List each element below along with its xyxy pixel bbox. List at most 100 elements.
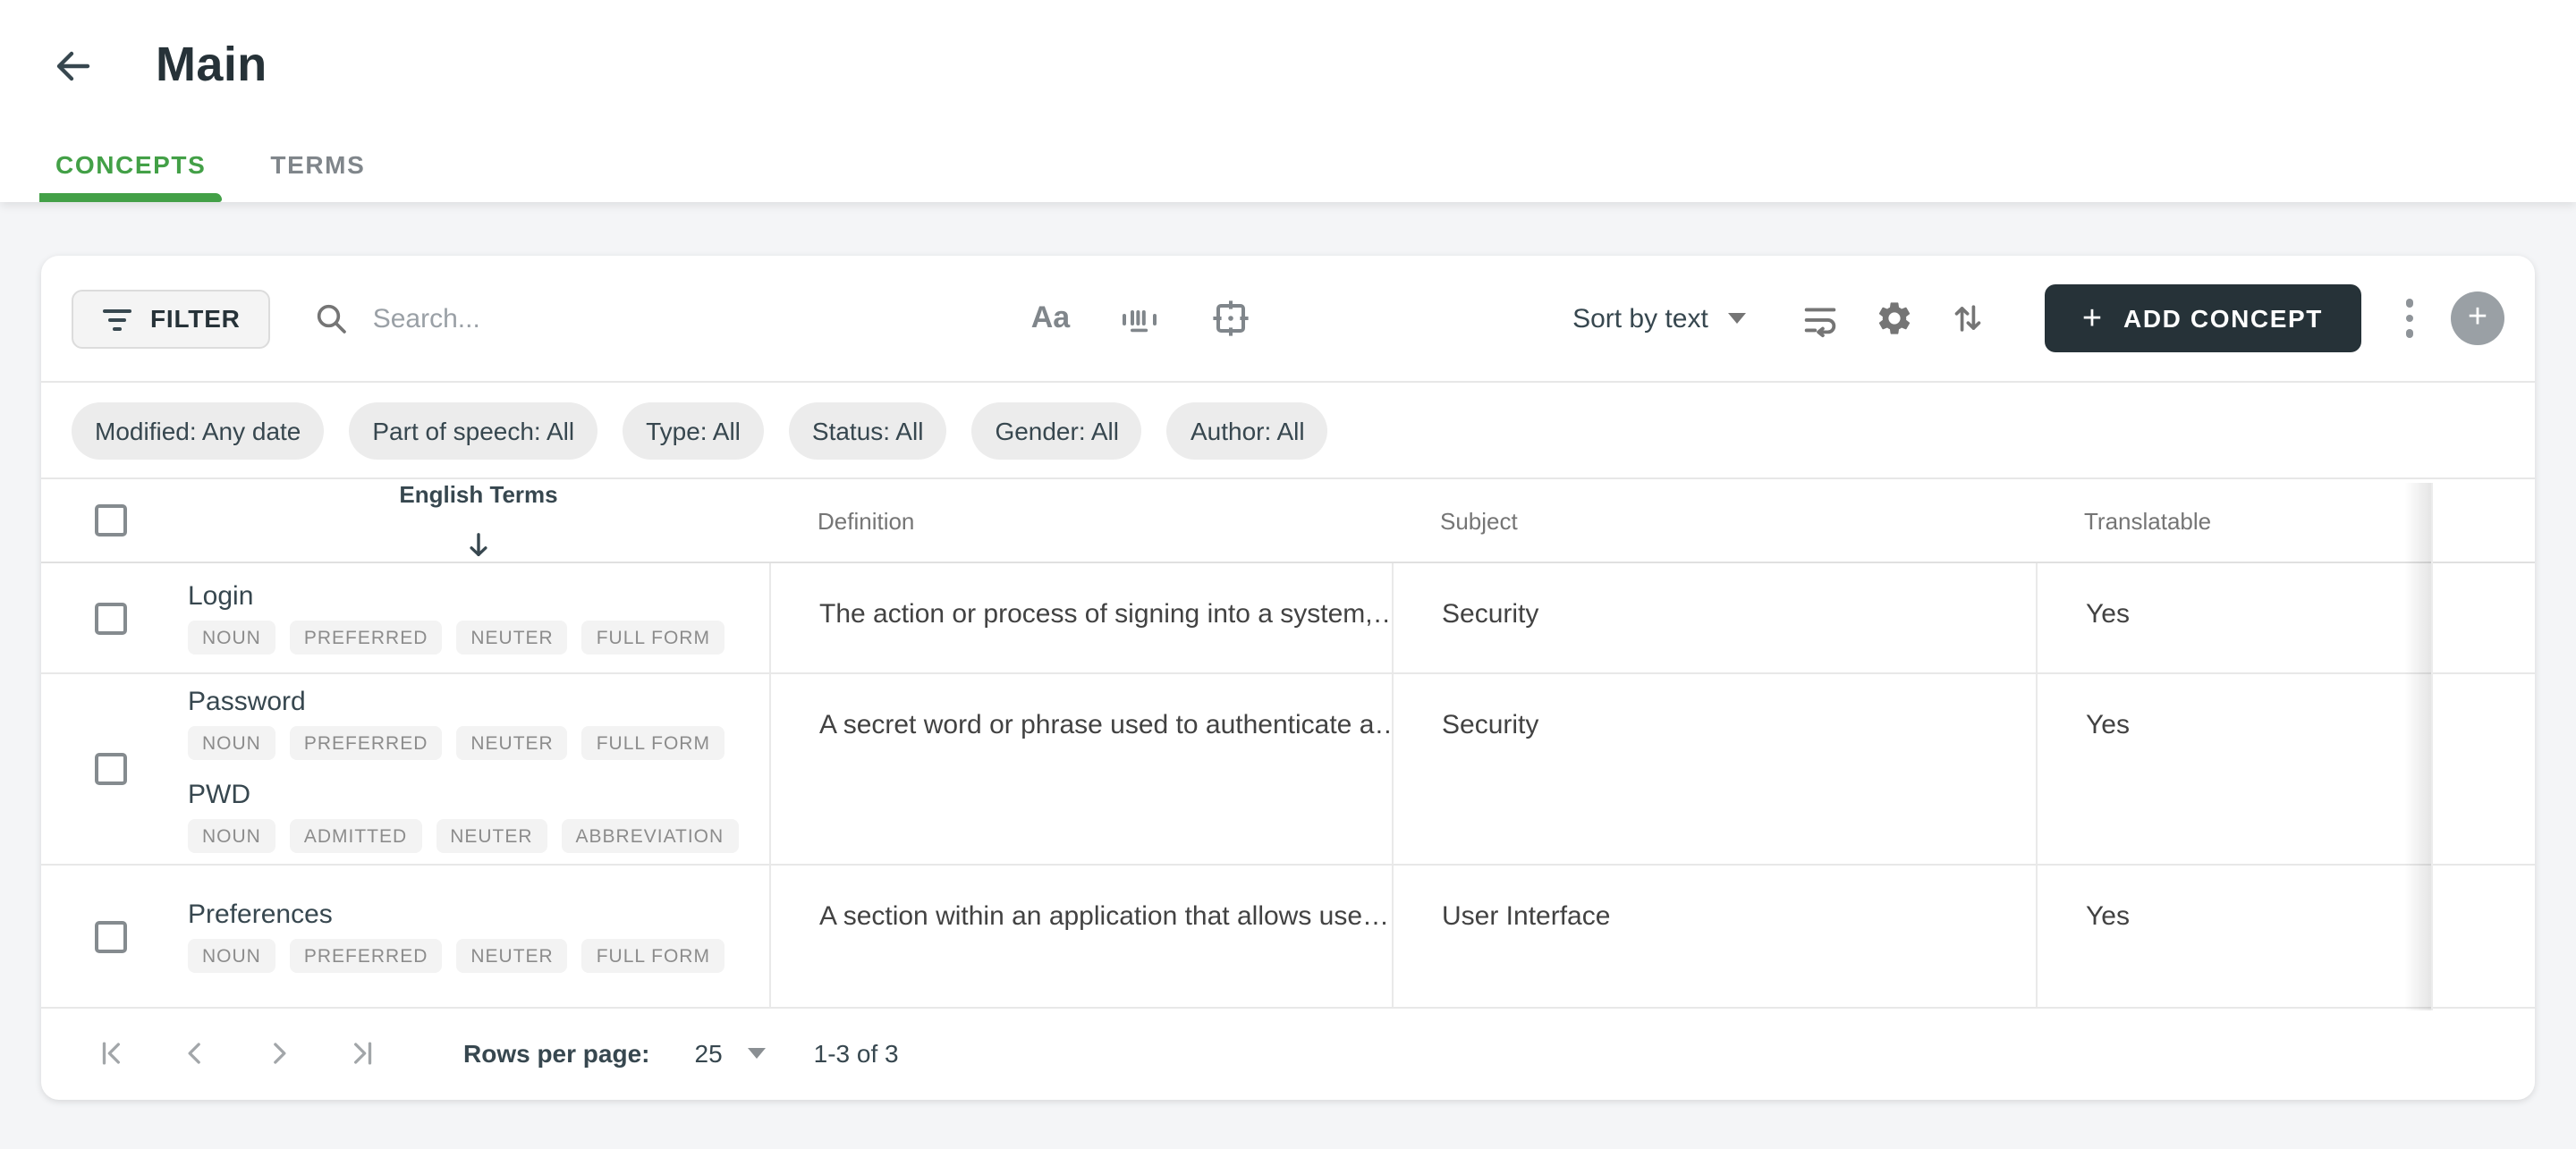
app-header: Main CONCEPTS TERMS	[0, 0, 2576, 202]
definition-cell: A section within an application that all…	[769, 866, 1392, 1007]
add-concept-label: ADD CONCEPT	[2123, 304, 2323, 333]
term-badges: NOUN PREFERRED NEUTER FULL FORM	[188, 725, 769, 759]
term-badges: NOUN PREFERRED NEUTER FULL FORM	[188, 621, 769, 655]
header-checkbox-cell	[41, 479, 188, 562]
table-row[interactable]: Password NOUN PREFERRED NEUTER FULL FORM…	[41, 674, 2535, 866]
barcode-icon[interactable]	[1118, 297, 1161, 340]
badge-gender: NEUTER	[456, 621, 568, 655]
search-input[interactable]	[372, 303, 820, 334]
column-header-terms[interactable]: English Terms	[188, 479, 769, 562]
add-circle-button[interactable]: +	[2451, 291, 2504, 345]
column-header-translatable[interactable]: Translatable	[2036, 479, 2433, 562]
next-page-icon[interactable]	[259, 1034, 299, 1073]
chip-type[interactable]: Type: All	[623, 401, 764, 459]
viewport: Main CONCEPTS TERMS FILTER Search... Aa …	[0, 0, 2576, 1149]
badge-status: PREFERRED	[289, 939, 443, 973]
tab-concepts[interactable]: CONCEPTS	[39, 150, 223, 202]
pagination-range: 1-3 of 3	[813, 1039, 899, 1068]
terms-cell: Password NOUN PREFERRED NEUTER FULL FORM…	[188, 674, 769, 864]
search-box	[314, 300, 913, 336]
badge-type: FULL FORM	[581, 725, 724, 759]
first-page-icon[interactable]	[91, 1034, 131, 1073]
chevron-down-icon[interactable]	[747, 1048, 766, 1059]
terms-cell: Login NOUN PREFERRED NEUTER FULL FORM	[188, 563, 769, 672]
term-block: PWD NOUN ADMITTED NEUTER ABBREVIATION	[188, 779, 769, 852]
sort-select[interactable]: Sort by text	[1572, 303, 1746, 334]
subject-cell: Security	[1392, 563, 2036, 672]
term-block: Password NOUN PREFERRED NEUTER FULL FORM	[188, 686, 769, 759]
badge-pos: NOUN	[188, 939, 275, 973]
term-badges: NOUN ADMITTED NEUTER ABBREVIATION	[188, 818, 769, 852]
chip-author[interactable]: Author: All	[1166, 401, 1328, 459]
row-checkbox[interactable]	[95, 602, 127, 634]
badge-pos: NOUN	[188, 818, 275, 852]
filter-lines-icon	[103, 308, 131, 330]
row-checkbox[interactable]	[95, 753, 127, 785]
toolbar-action-icons	[1800, 298, 1987, 339]
chevron-down-icon	[1727, 313, 1746, 324]
select-all-checkbox[interactable]	[95, 504, 127, 536]
translatable-cell: Yes	[2036, 866, 2433, 1007]
column-header-definition[interactable]: Definition	[769, 479, 1392, 562]
badge-gender: NEUTER	[456, 725, 568, 759]
rows-per-page-value[interactable]: 25	[695, 1039, 723, 1068]
badge-type: FULL FORM	[581, 939, 724, 973]
row-checkbox-cell	[41, 866, 188, 1007]
chip-gender[interactable]: Gender: All	[971, 401, 1142, 459]
header-gutter	[2433, 479, 2535, 562]
badge-status: PREFERRED	[289, 621, 443, 655]
chip-status[interactable]: Status: All	[788, 401, 947, 459]
tab-bar: CONCEPTS TERMS	[39, 150, 381, 202]
subject-cell: User Interface	[1392, 866, 2036, 1007]
row-gutter	[2433, 674, 2535, 864]
match-case-icon[interactable]: Aa	[1031, 300, 1070, 336]
definition-cell: The action or process of signing into a …	[769, 563, 1392, 672]
table-row[interactable]: Preferences NOUN PREFERRED NEUTER FULL F…	[41, 866, 2535, 1009]
prev-page-icon[interactable]	[175, 1034, 215, 1073]
add-concept-button[interactable]: + ADD CONCEPT	[2044, 284, 2360, 352]
concepts-card: FILTER Aa	[41, 256, 2535, 1100]
filter-chips-row: Modified: Any date Part of speech: All T…	[41, 383, 2535, 479]
search-icon	[318, 304, 347, 334]
badge-type: FULL FORM	[581, 621, 724, 655]
search-option-icons: Aa	[1031, 297, 1252, 340]
term-badges: NOUN PREFERRED NEUTER FULL FORM	[188, 939, 769, 973]
column-header-subject[interactable]: Subject	[1392, 479, 2036, 562]
translatable-cell: Yes	[2036, 674, 2433, 864]
title-row: Main	[0, 0, 2576, 93]
badge-pos: NOUN	[188, 621, 275, 655]
term-name: Password	[188, 686, 306, 716]
pagination-bar: Rows per page: 25 1-3 of 3	[41, 1009, 2535, 1098]
last-page-icon[interactable]	[343, 1034, 383, 1073]
tab-terms[interactable]: TERMS	[254, 150, 381, 202]
gear-icon[interactable]	[1875, 299, 1914, 338]
term-name: Login	[188, 581, 254, 612]
row-checkbox[interactable]	[95, 920, 127, 952]
filter-button[interactable]: FILTER	[72, 289, 271, 348]
badge-pos: NOUN	[188, 725, 275, 759]
row-gutter	[2433, 866, 2535, 1007]
sort-select-label: Sort by text	[1572, 303, 1708, 334]
kebab-menu-icon[interactable]	[2394, 292, 2424, 345]
table-row[interactable]: Login NOUN PREFERRED NEUTER FULL FORM Th…	[41, 563, 2535, 674]
page-title: Main	[156, 38, 267, 91]
term-name: Preferences	[188, 900, 333, 930]
definition-cell: A secret word or phrase used to authenti…	[769, 674, 1392, 864]
toolbar: FILTER Aa	[41, 256, 2535, 383]
rows-per-page-label: Rows per page:	[463, 1039, 650, 1068]
badge-status: ADMITTED	[289, 818, 422, 852]
wrap-text-icon[interactable]	[1800, 298, 1841, 339]
back-arrow-icon[interactable]	[52, 44, 95, 87]
badge-gender: NEUTER	[456, 939, 568, 973]
plus-icon: +	[2081, 300, 2103, 337]
sort-arrows-icon[interactable]	[1948, 299, 1987, 338]
badge-status: PREFERRED	[289, 725, 443, 759]
badge-type: ABBREVIATION	[561, 818, 739, 852]
terms-cell: Preferences NOUN PREFERRED NEUTER FULL F…	[188, 866, 769, 1007]
chip-part-of-speech[interactable]: Part of speech: All	[349, 401, 598, 459]
translatable-cell: Yes	[2036, 563, 2433, 672]
center-target-icon[interactable]	[1209, 297, 1252, 340]
chip-modified[interactable]: Modified: Any date	[72, 401, 325, 459]
row-checkbox-cell	[41, 563, 188, 672]
content-area: FILTER Aa	[0, 202, 2576, 1100]
